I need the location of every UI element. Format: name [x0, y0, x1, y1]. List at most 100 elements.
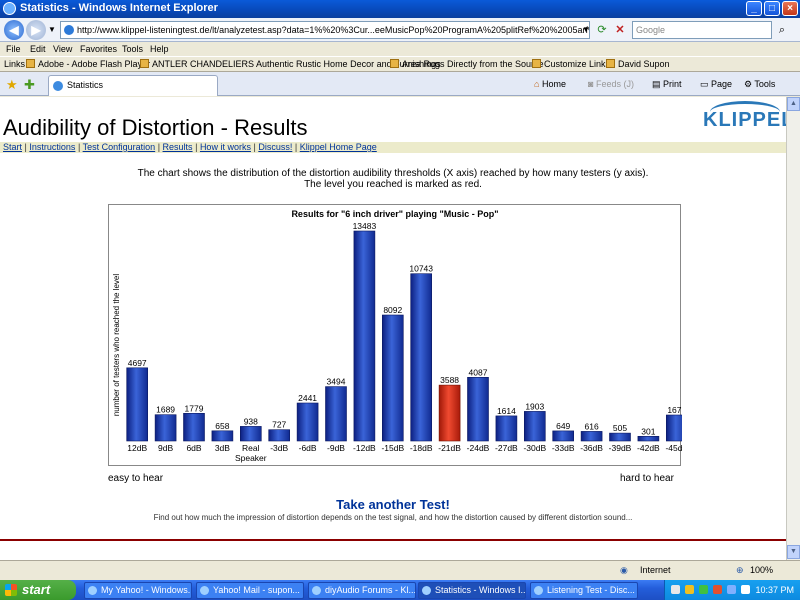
klippel-logo[interactable]: KLIPPEL [0, 97, 786, 141]
menu-favorites[interactable]: Favorites [80, 42, 117, 56]
bar [154, 414, 177, 442]
menu-help[interactable]: Help [150, 42, 169, 56]
history-dropdown-icon[interactable]: ▼ [44, 21, 60, 39]
nav-discuss[interactable]: Discuss! [258, 142, 292, 152]
taskbar-item[interactable]: Yahoo! Mail - supon... [196, 582, 304, 599]
nav-klippel-home[interactable]: Klippel Home Page [300, 142, 377, 152]
address-row: ◀ ▶ ▼ http://www.klippel-listeningtest.d… [0, 18, 800, 42]
page-icon [390, 59, 399, 68]
zoom-level[interactable]: 100% [750, 561, 773, 580]
bar-value-label: 1614 [497, 406, 516, 416]
bar [580, 431, 603, 442]
clock: 10:37 PM [755, 585, 794, 595]
bar-value-label: 658 [215, 421, 229, 431]
menu-file[interactable]: File [6, 42, 21, 56]
search-input[interactable]: Google [632, 21, 772, 39]
nav-start[interactable]: Start [3, 142, 22, 152]
bar-value-label: 1903 [525, 401, 544, 411]
bar-value-label: 505 [613, 423, 627, 433]
bar-value-label: 616 [585, 421, 599, 431]
taskbar-item[interactable]: My Yahoo! - Windows... [84, 582, 192, 599]
tab-row: ★ ✚ Statistics ⌂ Home ◙ Feeds (J) ▤ Prin… [0, 72, 800, 96]
tray-icon[interactable] [699, 585, 708, 594]
gear-icon: ⚙ [744, 79, 753, 89]
home-button[interactable]: ⌂ Home [534, 77, 566, 91]
x-tick-label: -3dB [270, 443, 288, 453]
x-tick-label: -15dB [381, 443, 404, 453]
taskbar-item[interactable]: Listening Test - Disc... [530, 582, 638, 599]
link-adobe[interactable]: Adobe - Adobe Flash Player [26, 57, 150, 71]
print-button[interactable]: ▤ Print [652, 77, 682, 91]
start-button[interactable]: start [0, 580, 76, 600]
scroll-up-icon[interactable]: ▲ [787, 97, 800, 111]
tray-icon[interactable] [727, 585, 736, 594]
tray-icon[interactable] [685, 585, 694, 594]
page-content: Audibility of Distortion - Results KLIPP… [0, 97, 786, 560]
close-button[interactable]: × [782, 1, 798, 16]
page-icon [606, 59, 615, 68]
page-menu-button[interactable]: ▭ Page [700, 77, 732, 91]
zoom-icon[interactable]: ⊕ [736, 561, 744, 580]
x-tick-label: Speaker [235, 453, 267, 463]
address-field[interactable]: http://www.klippel-listeningtest.de/lt/a… [60, 21, 590, 39]
print-icon: ▤ [652, 79, 661, 89]
feeds-button[interactable]: ◙ Feeds (J) [588, 77, 634, 91]
menu-edit[interactable]: Edit [30, 42, 46, 56]
add-favorite-icon[interactable]: ✚ [24, 77, 35, 93]
bar [381, 314, 404, 442]
page-icon: ▭ [700, 79, 709, 89]
page-icon [140, 59, 149, 68]
maximize-button[interactable]: □ [764, 1, 780, 16]
bar-value-label: 4697 [128, 358, 147, 368]
forward-button[interactable]: ▶ [26, 20, 46, 40]
bar-value-label: 301 [641, 426, 655, 436]
x-tick-label: -18dB [410, 443, 433, 453]
menu-tools[interactable]: Tools [122, 42, 143, 56]
nav-instructions[interactable]: Instructions [29, 142, 75, 152]
hard-to-hear-label: hard to hear [620, 473, 674, 484]
links-label: Links [4, 59, 26, 69]
address-dropdown-icon[interactable]: ▼ [578, 21, 594, 39]
status-bar: ◉ Internet ⊕ 100% [0, 560, 800, 580]
tab-statistics[interactable]: Statistics [48, 75, 218, 96]
bar [467, 377, 489, 442]
nav-how-it-works[interactable]: How it works [200, 142, 251, 152]
vertical-scrollbar[interactable]: ▲ ▼ [786, 97, 800, 560]
bar [296, 402, 319, 442]
minimize-button[interactable]: _ [746, 1, 762, 16]
search-icon[interactable]: ⌕ [774, 21, 790, 39]
link-area-rugs[interactable]: Area Rugs Directly from the Source [390, 57, 544, 71]
take-another-test-link[interactable]: Take another Test! [0, 497, 786, 512]
bar-value-label: 2441 [298, 393, 317, 403]
x-tick-label: -6dB [299, 443, 317, 453]
x-tick-label: -30dB [523, 443, 546, 453]
page-nav: Start | Instructions | Test Configuratio… [0, 142, 786, 153]
x-tick-label: -12dB [353, 443, 376, 453]
zone-label: Internet [640, 565, 671, 575]
chart-title: Results for "6 inch driver" playing "Mus… [291, 209, 498, 219]
nav-test-configuration[interactable]: Test Configuration [83, 142, 156, 152]
bar [609, 432, 631, 442]
window-title-bar[interactable]: Statistics - Windows Internet Explorer _… [0, 0, 800, 18]
speaker-icon[interactable] [741, 585, 750, 594]
nav-results[interactable]: Results [163, 142, 193, 152]
refresh-icon[interactable]: ⟳ [594, 21, 610, 39]
tray-icon[interactable] [671, 585, 680, 594]
scroll-down-icon[interactable]: ▼ [787, 545, 800, 559]
tray-icon[interactable] [713, 585, 722, 594]
page-icon [26, 59, 35, 68]
tools-menu-button[interactable]: ⚙ Tools [744, 77, 775, 91]
bar-value-label: 1671 [667, 405, 682, 415]
taskbar-item[interactable]: diyAudio Forums - Kl... [308, 582, 416, 599]
link-customize[interactable]: Customize Links [532, 57, 610, 71]
menu-view[interactable]: View [53, 42, 72, 56]
taskbar-item-active[interactable]: Statistics - Windows I... [418, 582, 526, 599]
x-tick-label: -42dB [637, 443, 660, 453]
bar [325, 386, 347, 442]
link-david-supon[interactable]: David Supon [606, 57, 670, 71]
back-button[interactable]: ◀ [4, 20, 24, 40]
stop-icon[interactable]: ✕ [612, 21, 628, 39]
bar-value-label: 4087 [469, 367, 488, 377]
chart-note: The level you reached is marked as red. [304, 179, 482, 190]
favorites-star-icon[interactable]: ★ [6, 77, 18, 93]
